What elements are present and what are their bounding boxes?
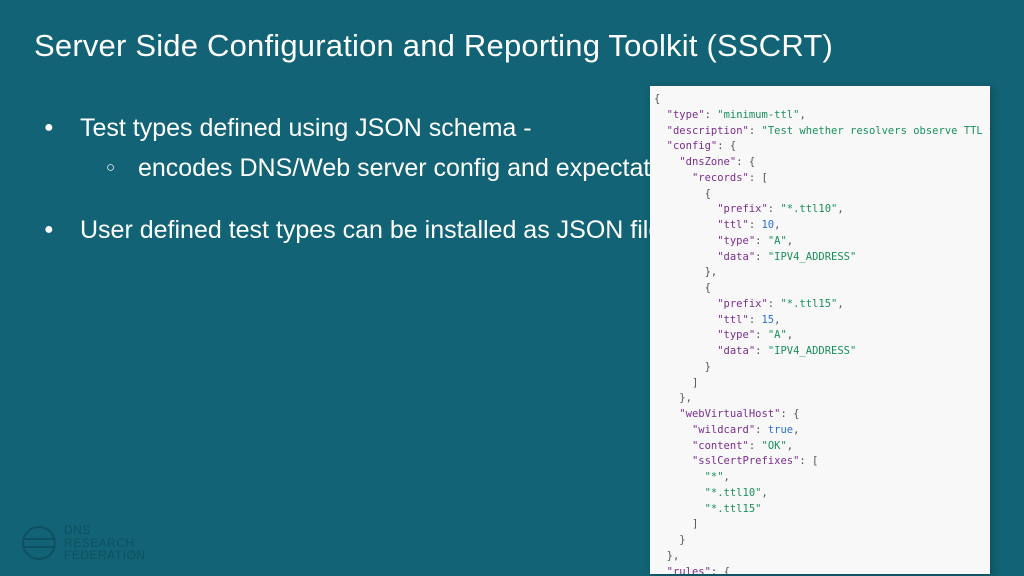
json-code-sample: { "type": "minimum-ttl", "description": … — [650, 86, 990, 574]
logo-text: DNS RESEARCH FEDERATION — [64, 524, 145, 562]
globe-icon — [22, 526, 56, 560]
bullet-2-text: User defined test types can be installed… — [80, 216, 675, 244]
slide: Server Side Configuration and Reporting … — [0, 0, 1024, 576]
code-block: { "type": "minimum-ttl", "description": … — [654, 92, 990, 574]
footer-logo: DNS RESEARCH FEDERATION — [22, 524, 145, 562]
bullet-1-text: Test types defined using JSON schema - — [80, 114, 532, 142]
slide-title: Server Side Configuration and Reporting … — [34, 28, 990, 64]
